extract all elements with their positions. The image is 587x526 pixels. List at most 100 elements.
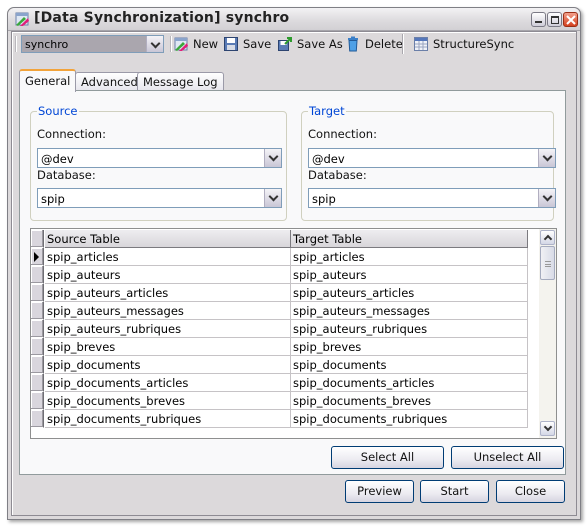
target-table-cell[interactable]: spip_auteurs_articles xyxy=(291,284,528,302)
row-selector[interactable] xyxy=(31,266,44,284)
target-table-cell[interactable]: spip_auteurs_rubriques xyxy=(291,320,528,338)
unselect-all-button[interactable]: Unselect All xyxy=(451,446,564,469)
preview-button[interactable]: Preview xyxy=(345,480,414,503)
source-legend: Source xyxy=(37,104,79,118)
source-table-cell[interactable]: spip_auteurs_rubriques xyxy=(45,320,291,338)
source-table-cell[interactable]: spip_documents_articles xyxy=(45,374,291,392)
toolbar-grip xyxy=(170,36,172,52)
row-selector[interactable] xyxy=(31,338,44,356)
vertical-scrollbar[interactable] xyxy=(539,229,556,438)
select-all-button[interactable]: Select All xyxy=(331,446,444,469)
save-button[interactable]: Save xyxy=(223,35,271,53)
tab-message-log[interactable]: Message Log xyxy=(137,72,224,91)
table-row[interactable]: spip_documents_breves spip_documents_brev… xyxy=(31,392,528,410)
table-row[interactable]: spip_documents_rubriques spip_documents_r… xyxy=(31,410,528,428)
source-database-label: Database: xyxy=(37,168,96,182)
row-selector[interactable] xyxy=(31,392,44,410)
maximize-icon xyxy=(551,16,559,24)
new-label: New xyxy=(193,37,219,51)
scroll-up-button[interactable] xyxy=(540,230,555,245)
delete-button[interactable]: Delete xyxy=(345,35,403,53)
profile-value: synchro xyxy=(25,38,69,51)
column-header-source-table[interactable]: Source Table xyxy=(45,230,291,248)
tab-general[interactable]: General xyxy=(19,69,77,92)
row-selector[interactable] xyxy=(31,302,44,320)
target-table-cell[interactable]: spip_documents xyxy=(291,356,528,374)
row-selector[interactable] xyxy=(31,356,44,374)
grid-header-row: Source Table Target Table xyxy=(31,230,528,248)
target-table-cell[interactable]: spip_breves xyxy=(291,338,528,356)
source-table-cell[interactable]: spip_articles xyxy=(45,248,291,266)
target-table-cell[interactable]: spip_auteurs xyxy=(291,266,528,284)
scroll-down-button[interactable] xyxy=(540,421,555,436)
target-table-cell[interactable]: spip_auteurs_messages xyxy=(291,302,528,320)
grid-corner xyxy=(31,230,44,248)
source-table-cell[interactable]: spip_documents_rubriques xyxy=(45,410,291,428)
chevron-down-icon[interactable] xyxy=(264,189,281,207)
structure-sync-icon xyxy=(414,37,428,51)
source-connection-select[interactable]: @dev xyxy=(37,148,282,168)
source-group: Source Connection: @dev Database: spip xyxy=(30,104,287,221)
table-row[interactable]: spip_articles spip_articles xyxy=(31,248,528,266)
window-title: [Data Synchronization] synchro xyxy=(34,10,290,26)
source-table-cell[interactable]: spip_auteurs_articles xyxy=(45,284,291,302)
source-database-select[interactable]: spip xyxy=(37,188,282,208)
table-row[interactable]: spip_breves spip_breves xyxy=(31,338,528,356)
start-button[interactable]: Start xyxy=(420,480,489,503)
scrollbar-thumb[interactable] xyxy=(540,246,555,280)
table-row[interactable]: spip_auteurs_messages spip_auteurs_messag… xyxy=(31,302,528,320)
target-group: Target Connection: @dev Database: spip xyxy=(301,104,556,221)
new-button[interactable]: New xyxy=(173,35,218,53)
target-database-select[interactable]: spip xyxy=(308,188,556,208)
chevron-down-icon[interactable] xyxy=(146,36,163,52)
delete-label: Delete xyxy=(365,37,403,51)
grip-lines-icon xyxy=(545,261,551,267)
close-window-button[interactable] xyxy=(563,12,578,27)
structure-sync-label: StructureSync xyxy=(433,37,515,51)
close-icon xyxy=(566,15,576,25)
source-connection-label: Connection: xyxy=(37,127,106,141)
save-as-button[interactable]: Save As xyxy=(277,35,343,53)
row-selector[interactable] xyxy=(31,248,44,266)
save-label: Save xyxy=(243,37,272,51)
source-table-cell[interactable]: spip_documents xyxy=(45,356,291,374)
chevron-down-icon[interactable] xyxy=(538,149,555,167)
source-table-cell[interactable]: spip_breves xyxy=(45,338,291,356)
data-sync-icon xyxy=(15,12,29,26)
table-row[interactable]: spip_documents_articles spip_documents_ar… xyxy=(31,374,528,392)
target-table-cell[interactable]: spip_documents_rubriques xyxy=(291,410,528,428)
target-connection-value: @dev xyxy=(312,152,345,166)
title-bar[interactable]: [Data Synchronization] synchro xyxy=(8,8,580,31)
profile-select[interactable]: synchro xyxy=(21,35,164,53)
save-as-label: Save As xyxy=(297,37,343,51)
close-button[interactable]: Close xyxy=(496,480,565,503)
source-connection-value: @dev xyxy=(41,152,74,166)
maximize-button[interactable] xyxy=(547,12,562,27)
table-row[interactable]: spip_auteurs spip_auteurs xyxy=(31,266,528,284)
chevron-down-icon[interactable] xyxy=(264,149,281,167)
current-row-pointer-icon xyxy=(34,252,39,262)
table-row[interactable]: spip_auteurs_articles spip_auteurs_articl… xyxy=(31,284,528,302)
target-table-cell[interactable]: spip_documents_breves xyxy=(291,392,528,410)
source-table-cell[interactable]: spip_auteurs_messages xyxy=(45,302,291,320)
structure-sync-button[interactable]: StructureSync xyxy=(413,35,514,53)
new-icon xyxy=(174,37,188,51)
table-row[interactable]: spip_auteurs_rubriques spip_auteurs_rubri… xyxy=(31,320,528,338)
row-selector[interactable] xyxy=(31,284,44,302)
general-tab-panel: Source Connection: @dev Database: spip T… xyxy=(19,90,566,475)
target-connection-select[interactable]: @dev xyxy=(308,148,556,168)
tab-advanced[interactable]: Advanced xyxy=(75,72,144,91)
source-table-cell[interactable]: spip_auteurs xyxy=(45,266,291,284)
minimize-button[interactable] xyxy=(531,12,546,27)
target-table-cell[interactable]: spip_articles xyxy=(291,248,528,266)
table-mapping-grid[interactable]: Source Table Target Table spip_articles s… xyxy=(30,228,557,439)
table-row[interactable]: spip_documents spip_documents xyxy=(31,356,528,374)
column-header-target-table[interactable]: Target Table xyxy=(291,230,528,248)
row-selector[interactable] xyxy=(31,374,44,392)
toolbar-grip[interactable] xyxy=(15,36,17,52)
row-selector[interactable] xyxy=(31,410,44,428)
row-selector[interactable] xyxy=(31,320,44,338)
chevron-down-icon[interactable] xyxy=(538,189,555,207)
source-table-cell[interactable]: spip_documents_breves xyxy=(45,392,291,410)
target-table-cell[interactable]: spip_documents_articles xyxy=(291,374,528,392)
